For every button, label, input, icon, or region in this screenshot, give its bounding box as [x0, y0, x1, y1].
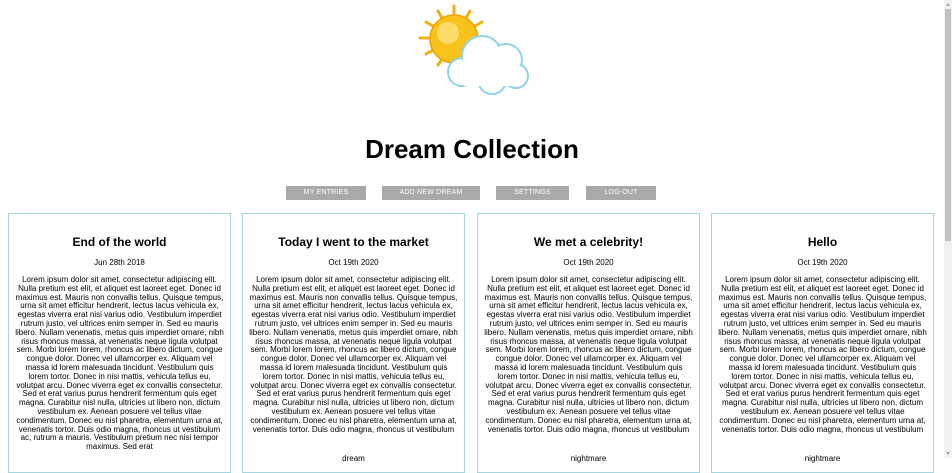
- entry-body: Lorem ipsum dolor sit amet, consectetur …: [249, 275, 458, 434]
- entry-date: Oct 19th 2020: [563, 258, 614, 267]
- entry-title[interactable]: Today I went to the market: [243, 235, 464, 249]
- scroll-up-arrow-icon[interactable]: [944, 0, 952, 8]
- entry-tag: dream: [342, 454, 365, 463]
- entry-body: Lorem ipsum dolor sit amet, consectetur …: [15, 275, 224, 452]
- main-nav: MY ENTRIES ADD NEW DREAM SETTINGS LOG-OU…: [0, 186, 944, 200]
- entry-date: Oct 19th 2020: [797, 258, 848, 267]
- settings-button[interactable]: SETTINGS: [496, 186, 569, 200]
- dream-entry-card[interactable]: We met a celebrity! Oct 19th 2020 Lorem …: [477, 213, 700, 473]
- scrollbar-thumb[interactable]: [945, 9, 951, 241]
- page-title: Dream Collection: [365, 134, 579, 164]
- dream-entry-card[interactable]: End of the world Jun 28th 2018 Lorem ips…: [8, 213, 231, 473]
- entry-date: Jun 28th 2018: [94, 258, 145, 267]
- entry-body: Lorem ipsum dolor sit amet, consectetur …: [718, 275, 927, 434]
- log-out-button[interactable]: LOG-OUT: [586, 186, 656, 200]
- entry-tag: nightmare: [804, 454, 841, 463]
- scroll-down-arrow-icon[interactable]: [944, 450, 952, 458]
- entry-title[interactable]: Hello: [712, 235, 933, 249]
- my-entries-button[interactable]: MY ENTRIES: [286, 186, 366, 200]
- dream-entry-card[interactable]: Today I went to the market Oct 19th 2020…: [242, 213, 465, 473]
- entry-title[interactable]: We met a celebrity!: [478, 235, 699, 249]
- sun-cloud-icon: [410, 2, 532, 98]
- entry-date: Oct 19th 2020: [328, 258, 379, 267]
- add-new-dream-button[interactable]: ADD NEW DREAM: [382, 186, 480, 200]
- page-scrollbar[interactable]: [944, 0, 952, 458]
- entry-tag: nightmare: [570, 454, 607, 463]
- entry-title[interactable]: End of the world: [9, 235, 230, 249]
- entry-body: Lorem ipsum dolor sit amet, consectetur …: [484, 275, 693, 434]
- dream-entry-card[interactable]: Hello Oct 19th 2020 Lorem ipsum dolor si…: [711, 213, 934, 473]
